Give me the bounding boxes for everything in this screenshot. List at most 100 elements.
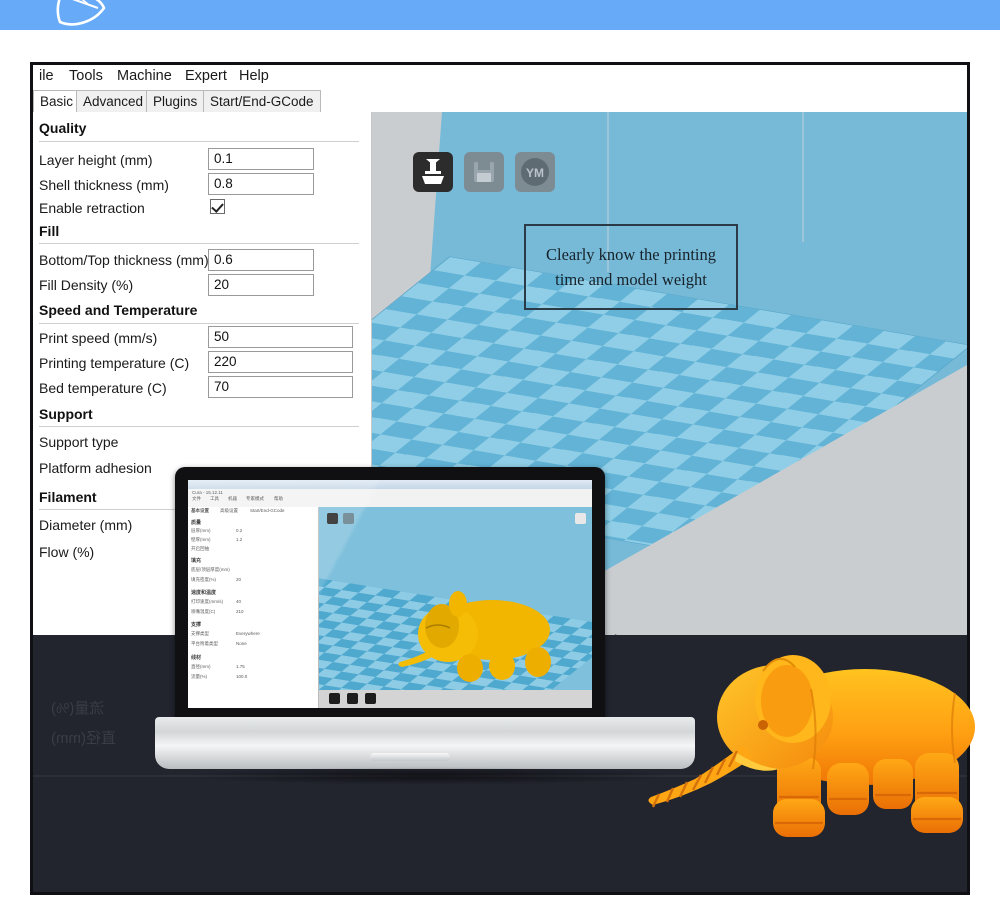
ym-brand-icon[interactable]: YM [515,152,555,192]
laptop-label-supporttype: 支撑类型 [191,631,209,636]
laptop-base [155,717,695,769]
laptop-elephant-model [398,591,551,682]
laptop-label-printspeed: 打印速度(mm/s) [191,599,223,604]
input-fill-density[interactable]: 20 [208,274,314,296]
input-bottom-top-thickness[interactable]: 0.6 [208,249,314,271]
label-flow: Flow (%) [39,544,95,560]
checkbox-enable-retraction[interactable] [210,199,225,214]
input-bed-temperature[interactable]: 70 [208,376,353,398]
laptop-value-density[interactable]: 20 [236,577,241,582]
laptop-label-density: 填充密度(%) [191,577,216,582]
laptop-view-mode-icon[interactable] [575,513,586,524]
label-printing-temperature: Printing temperature (C) [39,355,190,371]
laptop-label-bottomtop: 底层/顶层厚度(mm) [191,567,230,572]
menu-item-expert[interactable]: Expert [185,68,227,84]
menu-item-machine[interactable]: Machine [117,68,172,84]
laptop-load-model-icon[interactable] [327,513,338,524]
laptop-menu-expert[interactable]: 专家模式 [246,496,264,502]
laptop-value-nozzletemp[interactable]: 210 [236,609,244,614]
laptop-section-filament: 线材 [191,655,202,661]
load-model-icon[interactable] [413,152,453,192]
laptop-mirror-icon[interactable] [365,693,376,704]
settings-tab-strip: Basic Advanced Plugins Start/End-GCode [33,90,967,113]
input-print-speed[interactable]: 50 [208,326,353,348]
laptop-screen: Cura - 15.12.11 文件 工具 机器 专家模式 帮助 基本设置 高级… [188,480,592,708]
laptop-window-titlebar [188,480,592,489]
laptop-latch-notch [370,753,450,761]
section-title-speed-temperature: Speed and Temperature [39,302,198,318]
laptop-tab-basic[interactable]: 基本设置 [191,508,209,514]
leaf-logo-icon [56,0,106,26]
save-toolpath-icon[interactable] [464,152,504,192]
laptop-value-printspeed[interactable]: 40 [236,599,241,604]
laptop-3d-viewport[interactable] [319,507,592,690]
label-bottom-top-thickness: Bottom/Top thickness (mm) [39,252,209,268]
section-divider [39,243,359,244]
laptop-label-nozzletemp: 喷嘴温度(C) [191,609,216,614]
menu-item-file[interactable]: ile [39,68,54,84]
laptop-label-adhesion: 平台附着类型 [191,641,218,646]
section-title-filament: Filament [39,489,97,505]
laptop-menu-file[interactable]: 文件 [192,496,201,502]
product-photo: ile Tools Machine Expert Help Basic Adva… [30,62,975,895]
section-divider [39,141,359,142]
laptop-label-flow: 流量(%) [191,674,207,679]
wall-seam [802,112,804,242]
laptop-label-diameter: 直径(mm) [191,664,211,669]
laptop-tab-advanced[interactable]: 高级设置 [220,508,238,514]
laptop-section-fill: 填充 [191,558,202,564]
laptop-settings-panel: 基本设置 高级设置 Start/End-GCode 质量 层厚(mm) 0.2 … [188,507,319,708]
laptop-menu-help[interactable]: 帮助 [274,496,283,502]
ghost-text-diameter: 直径(mm) [51,730,116,747]
label-layer-height: Layer height (mm) [39,152,153,168]
laptop-value-shell[interactable]: 1.2 [236,537,242,542]
menu-item-help[interactable]: Help [239,68,269,84]
input-layer-height[interactable]: 0.1 [208,148,314,170]
label-diameter: Diameter (mm) [39,517,133,533]
laptop-value-adhesion[interactable]: None [236,641,247,646]
menu-bar: ile Tools Machine Expert Help [33,65,967,90]
input-printing-temperature[interactable]: 220 [208,351,353,373]
laptop-save-icon[interactable] [343,513,354,524]
laptop-label-shell: 壁厚(mm) [191,537,211,542]
section-divider [39,426,359,427]
callout-box: Clearly know the printing time and model… [524,224,738,310]
input-shell-thickness[interactable]: 0.8 [208,173,314,195]
svg-text:YM: YM [526,166,544,180]
label-fill-density: Fill Density (%) [39,277,134,293]
tab-start-end-gcode[interactable]: Start/End-GCode [203,90,321,112]
laptop-rotate-icon[interactable] [329,693,340,704]
tab-advanced[interactable]: Advanced [76,90,151,112]
label-enable-retraction: Enable retraction [39,200,145,216]
label-bed-temperature: Bed temperature (C) [39,380,167,396]
label-shell-thickness: Shell thickness (mm) [39,177,169,193]
top-banner [0,0,1000,30]
laptop-value-supporttype[interactable]: Everywhere [236,631,260,636]
tab-plugins[interactable]: Plugins [146,90,205,112]
menu-item-tools[interactable]: Tools [69,68,103,84]
section-title-quality: Quality [39,120,87,136]
laptop-section-support: 支撑 [191,622,202,628]
laptop-label-layer: 层厚(mm) [191,528,211,533]
laptop-menu-machine[interactable]: 机器 [228,496,237,502]
label-support-type: Support type [39,434,119,450]
laptop-tab-gcode[interactable]: Start/End-GCode [250,508,285,513]
section-title-fill: Fill [39,223,60,239]
laptop-scale-icon[interactable] [347,693,358,704]
laptop-title-text: Cura - 15.12.11 [192,490,223,495]
laptop-value-diameter[interactable]: 1.75 [236,664,245,669]
laptop-menu-tools[interactable]: 工具 [210,496,219,502]
label-platform-adhesion: Platform adhesion [39,460,152,476]
section-title-support: Support [39,406,93,422]
ghost-text-flow: 流量(%) [51,700,105,717]
laptop-lid: Cura - 15.12.11 文件 工具 机器 专家模式 帮助 基本设置 高级… [175,467,605,722]
laptop-value-layer[interactable]: 0.2 [236,528,242,533]
tab-basic[interactable]: Basic [33,90,81,113]
laptop-view-toolbar [319,690,592,708]
label-print-speed: Print speed (mm/s) [39,330,158,346]
laptop-section-speedtemp: 速度和温度 [191,590,217,596]
callout-line-2: time and model weight [555,270,707,289]
printed-elephant-model [648,655,975,837]
callout-line-1: Clearly know the printing [545,245,716,264]
laptop-value-flow[interactable]: 100.0 [236,674,247,679]
